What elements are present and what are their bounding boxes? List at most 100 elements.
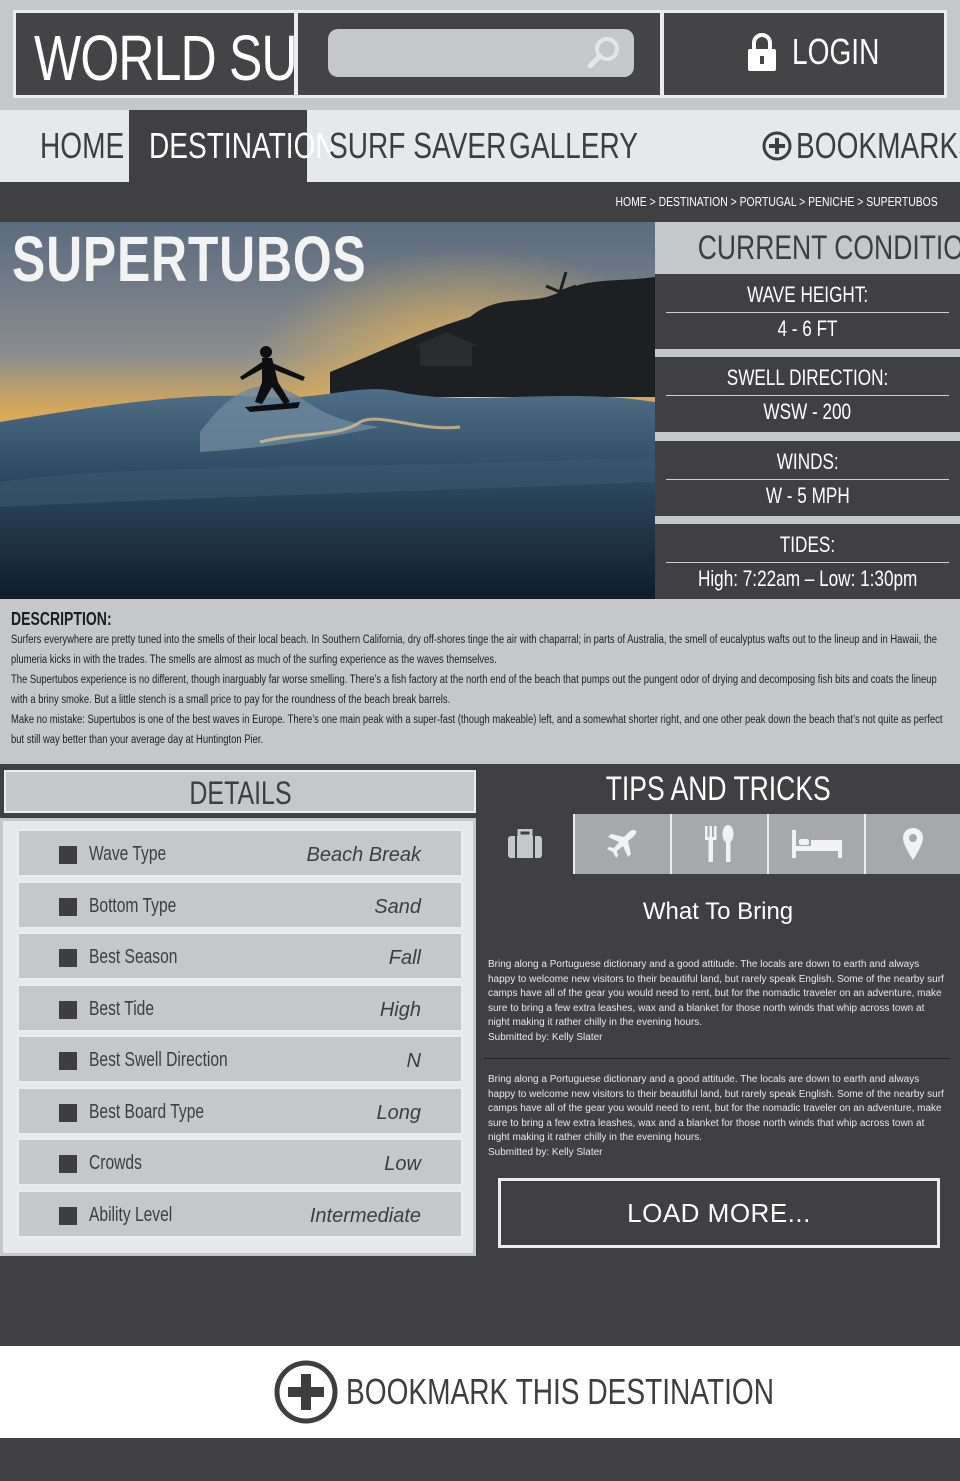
detail-row-crowds: Crowds Low (17, 1138, 463, 1186)
tip-entry: Bring along a Portuguese dictionary and … (488, 1073, 948, 1160)
load-more-button[interactable]: LOAD MORE... (498, 1178, 940, 1248)
bullet-square (59, 846, 77, 864)
bed-icon (791, 830, 842, 858)
bookmark-destination-label: BOOKMARK THIS DESTINATION (346, 1371, 775, 1412)
tip-text: Bring along a Portuguese dictionary and … (488, 1074, 944, 1143)
logo-box[interactable]: WORLD SURF (13, 10, 363, 98)
tab-lodging[interactable] (767, 814, 864, 874)
detail-value: Sand (374, 895, 421, 918)
login-button[interactable]: LOGIN (661, 10, 947, 98)
main-nav: HOME DESTINATION SURF SAVER GALLERY BOOK… (0, 110, 960, 182)
breadcrumb: HOME > DESTINATION > PORTUGAL > PENICHE … (615, 194, 938, 209)
location-pin-icon (903, 828, 923, 860)
tip-submitted-by: Submitted by: Kelly Slater (488, 1146, 603, 1158)
tab-airplane[interactable] (573, 814, 670, 874)
detail-label: Wave Type (89, 843, 167, 865)
header: WORLD SURF LOGIN (0, 0, 960, 110)
detail-label: Bottom Type (89, 894, 177, 917)
bullet-square (59, 1155, 77, 1173)
breadcrumb-supertubos: SUPERTUBOS (866, 194, 938, 209)
tab-location[interactable] (864, 814, 960, 874)
lock-icon (748, 33, 776, 71)
condition-value: High: 7:22am – Low: 1:30pm (697, 566, 918, 591)
condition-value: 4 - 6 FT (777, 316, 838, 341)
breadcrumb-destination[interactable]: DESTINATION (659, 194, 728, 209)
detail-value: Long (376, 1101, 422, 1124)
bullet-square (59, 1000, 77, 1019)
details-list: Wave Type Beach Break Bottom Type Sand B… (0, 818, 476, 1256)
detail-label: Crowds (89, 1152, 142, 1174)
detail-row-best-season: Best Season Fall (17, 932, 463, 980)
login-label: LOGIN (792, 31, 880, 72)
detail-label: Best Tide (89, 997, 155, 1020)
airplane-icon (606, 829, 636, 858)
detail-value: High (379, 998, 421, 1021)
detail-label: Ability Level (89, 1203, 173, 1226)
detail-row-ability-level: Ability Level Intermediate (17, 1189, 463, 1238)
nav-item-surf-saver[interactable]: SURF SAVER (329, 110, 506, 182)
detail-row-best-tide: Best Tide High (17, 983, 463, 1032)
description-paragraph: The Supertubos experience is no differen… (11, 674, 937, 706)
destination-title: SUPERTUBOS (12, 223, 367, 295)
bookmarks-label: BOOKMARKS (796, 125, 960, 166)
condition-value: W - 5 MPH (765, 483, 850, 508)
bookmarks-link[interactable]: BOOKMARKS (762, 110, 960, 182)
search-icon[interactable] (586, 35, 622, 71)
detail-label: Best Board Type (89, 1100, 205, 1123)
bullet-square (59, 1206, 77, 1225)
divider (484, 1058, 950, 1059)
nav-item-home[interactable]: HOME (40, 110, 124, 182)
description-paragraph: Make no mistake: Supertubos is one of th… (11, 714, 943, 746)
nav-item-destination[interactable]: DESTINATION (129, 110, 336, 182)
divider (666, 479, 949, 480)
condition-winds: WINDS: W - 5 MPH (655, 441, 960, 516)
condition-swell-direction: SWELL DIRECTION: WSW - 200 (655, 357, 960, 432)
condition-wave-height: WAVE HEIGHT: 4 - 6 FT (655, 274, 960, 349)
bullet-square (59, 949, 77, 967)
condition-label: WINDS: (776, 449, 839, 474)
detail-row-best-swell-direction: Best Swell Direction N (17, 1035, 463, 1083)
tip-entry: Bring along a Portuguese dictionary and … (488, 958, 948, 1045)
detail-row-best-board-type: Best Board Type Long (17, 1086, 463, 1135)
tab-briefcase[interactable] (476, 814, 573, 874)
detail-value: Intermediate (309, 1204, 421, 1227)
bullet-square (59, 1103, 77, 1122)
detail-label: Best Season (89, 946, 178, 968)
details-title: DETAILS (4, 770, 476, 813)
tips-tabs (476, 814, 960, 874)
condition-value: WSW - 200 (763, 399, 852, 424)
bullet-square (59, 1052, 77, 1070)
breadcrumb-home[interactable]: HOME (616, 194, 647, 209)
tip-category-heading: What To Bring (642, 898, 794, 925)
search-box (295, 10, 663, 98)
hero-image: SUPERTUBOS (0, 222, 655, 599)
briefcase-icon (507, 829, 542, 858)
description-title: DESCRIPTION: (11, 609, 112, 629)
divider (666, 312, 949, 313)
detail-value: Low (384, 1153, 421, 1175)
tips-title: TIPS AND TRICKS (605, 770, 831, 808)
detail-row-wave-type: Wave Type Beach Break (17, 829, 463, 877)
tab-dining[interactable] (670, 814, 767, 874)
detail-row-bottom-type: Bottom Type Sand (17, 880, 463, 929)
tip-text: Bring along a Portuguese dictionary and … (488, 959, 944, 1028)
tip-submitted-by: Submitted by: Kelly Slater (488, 1031, 603, 1043)
condition-tides: TIDES: High: 7:22am – Low: 1:30pm (655, 524, 960, 599)
condition-label: SWELL DIRECTION: (726, 365, 889, 390)
breadcrumb-peniche[interactable]: PENICHE (808, 194, 854, 209)
divider (666, 395, 949, 396)
conditions-title: CURRENT CONDITIONS (697, 229, 960, 267)
plus-circle-icon (274, 1360, 338, 1424)
nav-item-gallery[interactable]: GALLERY (509, 110, 638, 182)
dining-icon (704, 825, 733, 862)
current-conditions-panel: CURRENT CONDITIONS WAVE HEIGHT: 4 - 6 FT… (655, 222, 960, 599)
detail-value: Beach Break (306, 844, 421, 866)
divider (666, 562, 949, 563)
description-paragraph: Surfers everywhere are pretty tuned into… (11, 634, 938, 666)
detail-value: N (406, 1050, 421, 1072)
bookmark-destination-button[interactable]: BOOKMARK THIS DESTINATION (0, 1346, 960, 1438)
plus-circle-icon (762, 131, 792, 161)
detail-label: Best Swell Direction (89, 1049, 228, 1071)
condition-label: TIDES: (779, 532, 836, 557)
breadcrumb-portugal[interactable]: PORTUGAL (740, 194, 797, 209)
